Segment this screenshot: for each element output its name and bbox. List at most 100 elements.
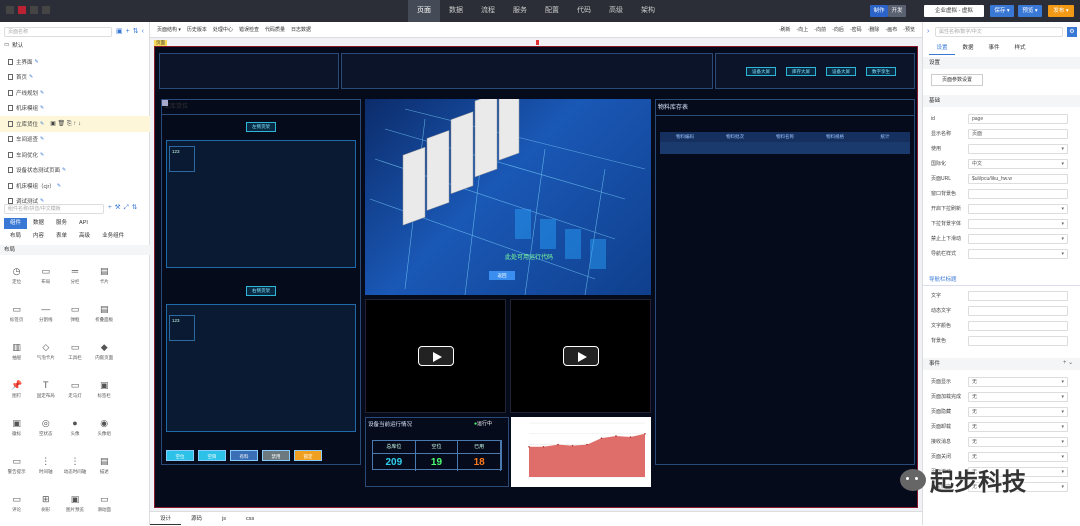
edit-icon[interactable]: ✎ xyxy=(40,90,44,96)
nav-property-input[interactable] xyxy=(968,320,1068,331)
component-tab[interactable]: 组件 xyxy=(4,218,28,229)
property-input[interactable]: $uli/pcu/liku_hw.w xyxy=(968,173,1068,184)
scene-back-button[interactable]: 返回 xyxy=(489,271,515,280)
property-tab[interactable]: 数据 xyxy=(955,42,981,55)
property-input[interactable]: 页面 xyxy=(968,128,1068,139)
page-search-input[interactable]: 页面名称 xyxy=(4,27,112,37)
component-item[interactable]: ▭ 评论 xyxy=(2,486,31,520)
canvas-tool-button[interactable]: 页面结构 ▾ xyxy=(154,22,184,38)
canvas-tool-button[interactable]: ◦向上 xyxy=(794,22,812,38)
event-input[interactable]: 无 xyxy=(968,436,1068,447)
page-list-item[interactable]: 机床模组 ✎ xyxy=(0,101,150,117)
menu-item[interactable]: 数据 xyxy=(440,0,472,22)
chart-point[interactable] xyxy=(528,445,530,448)
property-tab[interactable]: 设置 xyxy=(929,42,955,55)
shelf-cell[interactable]: 123 xyxy=(169,146,195,172)
canvas-tool-button[interactable]: 错误检查 xyxy=(236,22,262,38)
canvas-tool-button[interactable]: 日志数据 xyxy=(288,22,314,38)
component-tab[interactable]: 数据 xyxy=(27,218,50,229)
header-nav-button[interactable]: 库存大屏 xyxy=(786,67,816,76)
canvas-tool-button[interactable]: ◦画布 xyxy=(882,22,900,38)
page-list-item[interactable]: 首页 ✎ xyxy=(0,70,150,86)
menu-item[interactable]: 高级 xyxy=(600,0,632,22)
component-item[interactable]: ◆ 内嵌页面 xyxy=(90,334,119,368)
edit-icon[interactable]: ✎ xyxy=(29,74,33,80)
editor-tab[interactable]: 源码 xyxy=(181,512,212,525)
property-input[interactable] xyxy=(968,188,1068,199)
component-item[interactable]: ▭ 弹框 xyxy=(60,296,89,330)
collapse-left-icon[interactable]: ‹ xyxy=(142,28,147,35)
status-legend-button[interactable]: 禁用 xyxy=(262,450,290,461)
publish-button[interactable]: 发布 ▾ xyxy=(1048,5,1074,17)
menu-item[interactable]: 流程 xyxy=(472,0,504,22)
property-tab[interactable]: 样式 xyxy=(1007,42,1033,55)
settings-gear-icon[interactable]: ⚙ xyxy=(1067,27,1077,37)
chart-point[interactable] xyxy=(615,435,617,437)
menu-item[interactable]: 服务 xyxy=(504,0,536,22)
canvas-tool-button[interactable]: ◦删除 xyxy=(865,22,883,38)
edit-icon[interactable]: ✎ xyxy=(57,183,61,189)
page-list-item[interactable]: 机床模组（cjr） ✎ xyxy=(0,178,150,194)
header-nav-button[interactable]: 数字孪生 xyxy=(866,67,896,76)
collapse-right-icon[interactable]: › xyxy=(927,28,929,35)
edit-icon[interactable]: ✎ xyxy=(40,152,44,158)
menu-item[interactable]: 架构 xyxy=(632,0,664,22)
canvas-tool-button[interactable]: ◦向后 xyxy=(829,22,847,38)
status-legend-button[interactable]: 空筒 xyxy=(198,450,226,461)
page-list-item[interactable]: 立库货位 ✎ ▣ 🗑 ⎘ ↑ ↓ xyxy=(0,116,150,132)
property-input[interactable] xyxy=(968,218,1068,229)
status-legend-button[interactable]: 有料 xyxy=(230,450,258,461)
component-item[interactable]: ⋮ 动态时间轴 xyxy=(60,448,89,482)
mode-dev-button[interactable]: 开发 xyxy=(888,5,906,17)
property-input[interactable] xyxy=(968,203,1068,214)
page-list-item[interactable]: 车间巡查 ✎ xyxy=(0,132,150,148)
component-item[interactable]: ▭ 走马灯 xyxy=(60,372,89,406)
header-nav-button[interactable]: 设备大屏 xyxy=(826,67,856,76)
canvas-tool-button[interactable]: ◦预览 xyxy=(900,22,918,38)
event-input[interactable]: 无 xyxy=(968,376,1068,387)
chart-point[interactable] xyxy=(586,443,588,446)
add-icon[interactable]: + xyxy=(126,28,133,35)
component-item[interactable]: ● 头像 xyxy=(60,410,89,444)
nav-property-input[interactable] xyxy=(968,305,1068,316)
component-subtab[interactable]: 表单 xyxy=(50,231,73,242)
page-param-button[interactable]: 页面参数设置 xyxy=(931,74,983,86)
component-item[interactable]: ▭ 工具栏 xyxy=(60,334,89,368)
event-input[interactable]: 无 xyxy=(968,391,1068,402)
canvas-tool-button[interactable]: ◦刷新 xyxy=(776,22,794,38)
header-nav-button[interactable]: 设备大屏 xyxy=(746,67,776,76)
sort-icon[interactable]: ⇅ xyxy=(133,28,142,35)
component-search-input[interactable]: 组件名称/拼音/中文模板 xyxy=(4,204,104,214)
edit-icon[interactable]: ✎ xyxy=(40,105,44,111)
wrench-icon[interactable]: ⚒ xyxy=(115,204,124,211)
menu-item[interactable]: 配置 xyxy=(536,0,568,22)
component-item[interactable]: ▤ 折叠面板 xyxy=(90,296,119,330)
panel-handle-icon[interactable] xyxy=(162,100,168,106)
component-subtab[interactable]: 高级 xyxy=(73,231,96,242)
edit-icon[interactable]: ✎ xyxy=(62,167,66,173)
component-tab[interactable]: API xyxy=(73,218,94,229)
page-list-item[interactable]: 产线规划 ✎ xyxy=(0,85,150,101)
preview-button[interactable]: 预览 ▾ xyxy=(1018,5,1042,17)
save-button[interactable]: 保存 ▾ xyxy=(990,5,1014,17)
copy-icon[interactable]: ▣ xyxy=(116,28,126,35)
component-item[interactable]: ⊞ 树形 xyxy=(31,486,60,520)
property-tab[interactable]: 事件 xyxy=(981,42,1007,55)
component-item[interactable]: ▭ 布局 xyxy=(31,258,60,292)
component-item[interactable]: ▣ 徽标 xyxy=(2,410,31,444)
event-input[interactable]: 无 xyxy=(968,421,1068,432)
chart-point[interactable] xyxy=(644,433,646,435)
component-item[interactable]: ◷ 定位 xyxy=(2,258,31,292)
page-root[interactable]: 设备大屏 库存大屏 设备大屏 数字孪生 立库货位 左侧货架 123 右侧货架 123 … xyxy=(154,46,918,508)
component-subtab[interactable]: 业务组件 xyxy=(96,231,130,242)
component-item[interactable]: ▭ 警告提示 xyxy=(2,448,31,482)
play-icon[interactable] xyxy=(418,346,454,366)
chart-point[interactable] xyxy=(600,437,603,439)
property-input[interactable] xyxy=(968,143,1068,154)
component-item[interactable]: ═ 分栏 xyxy=(60,258,89,292)
canvas-tool-button[interactable]: 处理中心 xyxy=(210,22,236,38)
left-shelf-tab[interactable]: 左侧货架 xyxy=(246,122,276,132)
component-item[interactable]: ◎ 空状态 xyxy=(31,410,60,444)
edit-icon[interactable]: ✎ xyxy=(40,121,44,127)
add-component-icon[interactable]: + xyxy=(108,204,115,211)
